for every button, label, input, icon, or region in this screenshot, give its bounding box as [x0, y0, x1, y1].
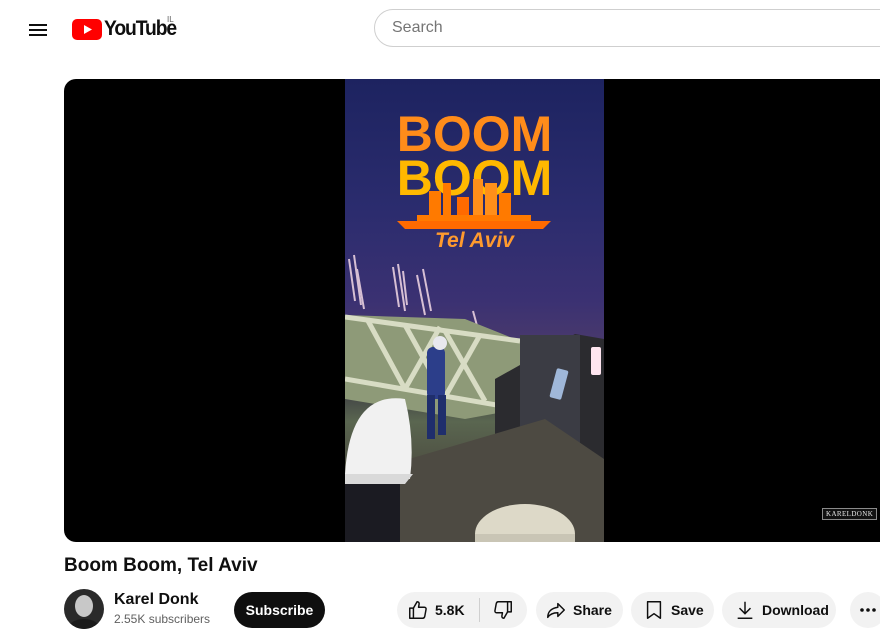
menu-icon[interactable] [24, 16, 52, 44]
channel-name[interactable]: Karel Donk [114, 591, 198, 609]
youtube-play-icon [72, 18, 102, 40]
youtube-logo[interactable]: YouTube IL [72, 14, 182, 44]
download-button[interactable]: Download [722, 592, 836, 628]
poster-subtitle: Tel Aviv [435, 229, 514, 252]
more-actions-button[interactable] [850, 592, 880, 628]
share-arrow-icon [547, 602, 565, 619]
thumbs-up-icon [409, 601, 427, 619]
like-dislike-group: 5.8K [397, 592, 527, 628]
like-divider [478, 598, 480, 622]
search-input[interactable] [390, 18, 880, 38]
video-player[interactable]: BOOM BOOM Tel Aviv KARELDONK [64, 79, 880, 542]
subscribe-button[interactable]: Subscribe [234, 592, 325, 628]
download-icon [737, 601, 753, 619]
share-button[interactable]: Share [536, 592, 623, 628]
skyline-logo-icon [397, 179, 551, 229]
logo-wordmark: YouTube [104, 17, 177, 40]
save-label: Save [671, 602, 704, 618]
search-box[interactable] [374, 9, 880, 47]
channel-watermark: KARELDONK [822, 508, 878, 520]
more-horizontal-icon [860, 608, 876, 612]
thumbs-down-icon [493, 601, 512, 619]
country-code: IL [167, 15, 174, 24]
share-label: Share [573, 602, 612, 618]
video-title: Boom Boom, Tel Aviv [64, 555, 258, 576]
video-frame: BOOM BOOM Tel Aviv [345, 79, 604, 542]
dislike-button[interactable] [492, 592, 514, 628]
save-button[interactable]: Save [631, 592, 714, 628]
bookmark-icon [646, 601, 662, 619]
channel-avatar[interactable] [64, 589, 104, 629]
download-label: Download [762, 602, 829, 618]
like-button[interactable]: 5.8K [407, 592, 465, 628]
like-count: 5.8K [435, 602, 465, 618]
